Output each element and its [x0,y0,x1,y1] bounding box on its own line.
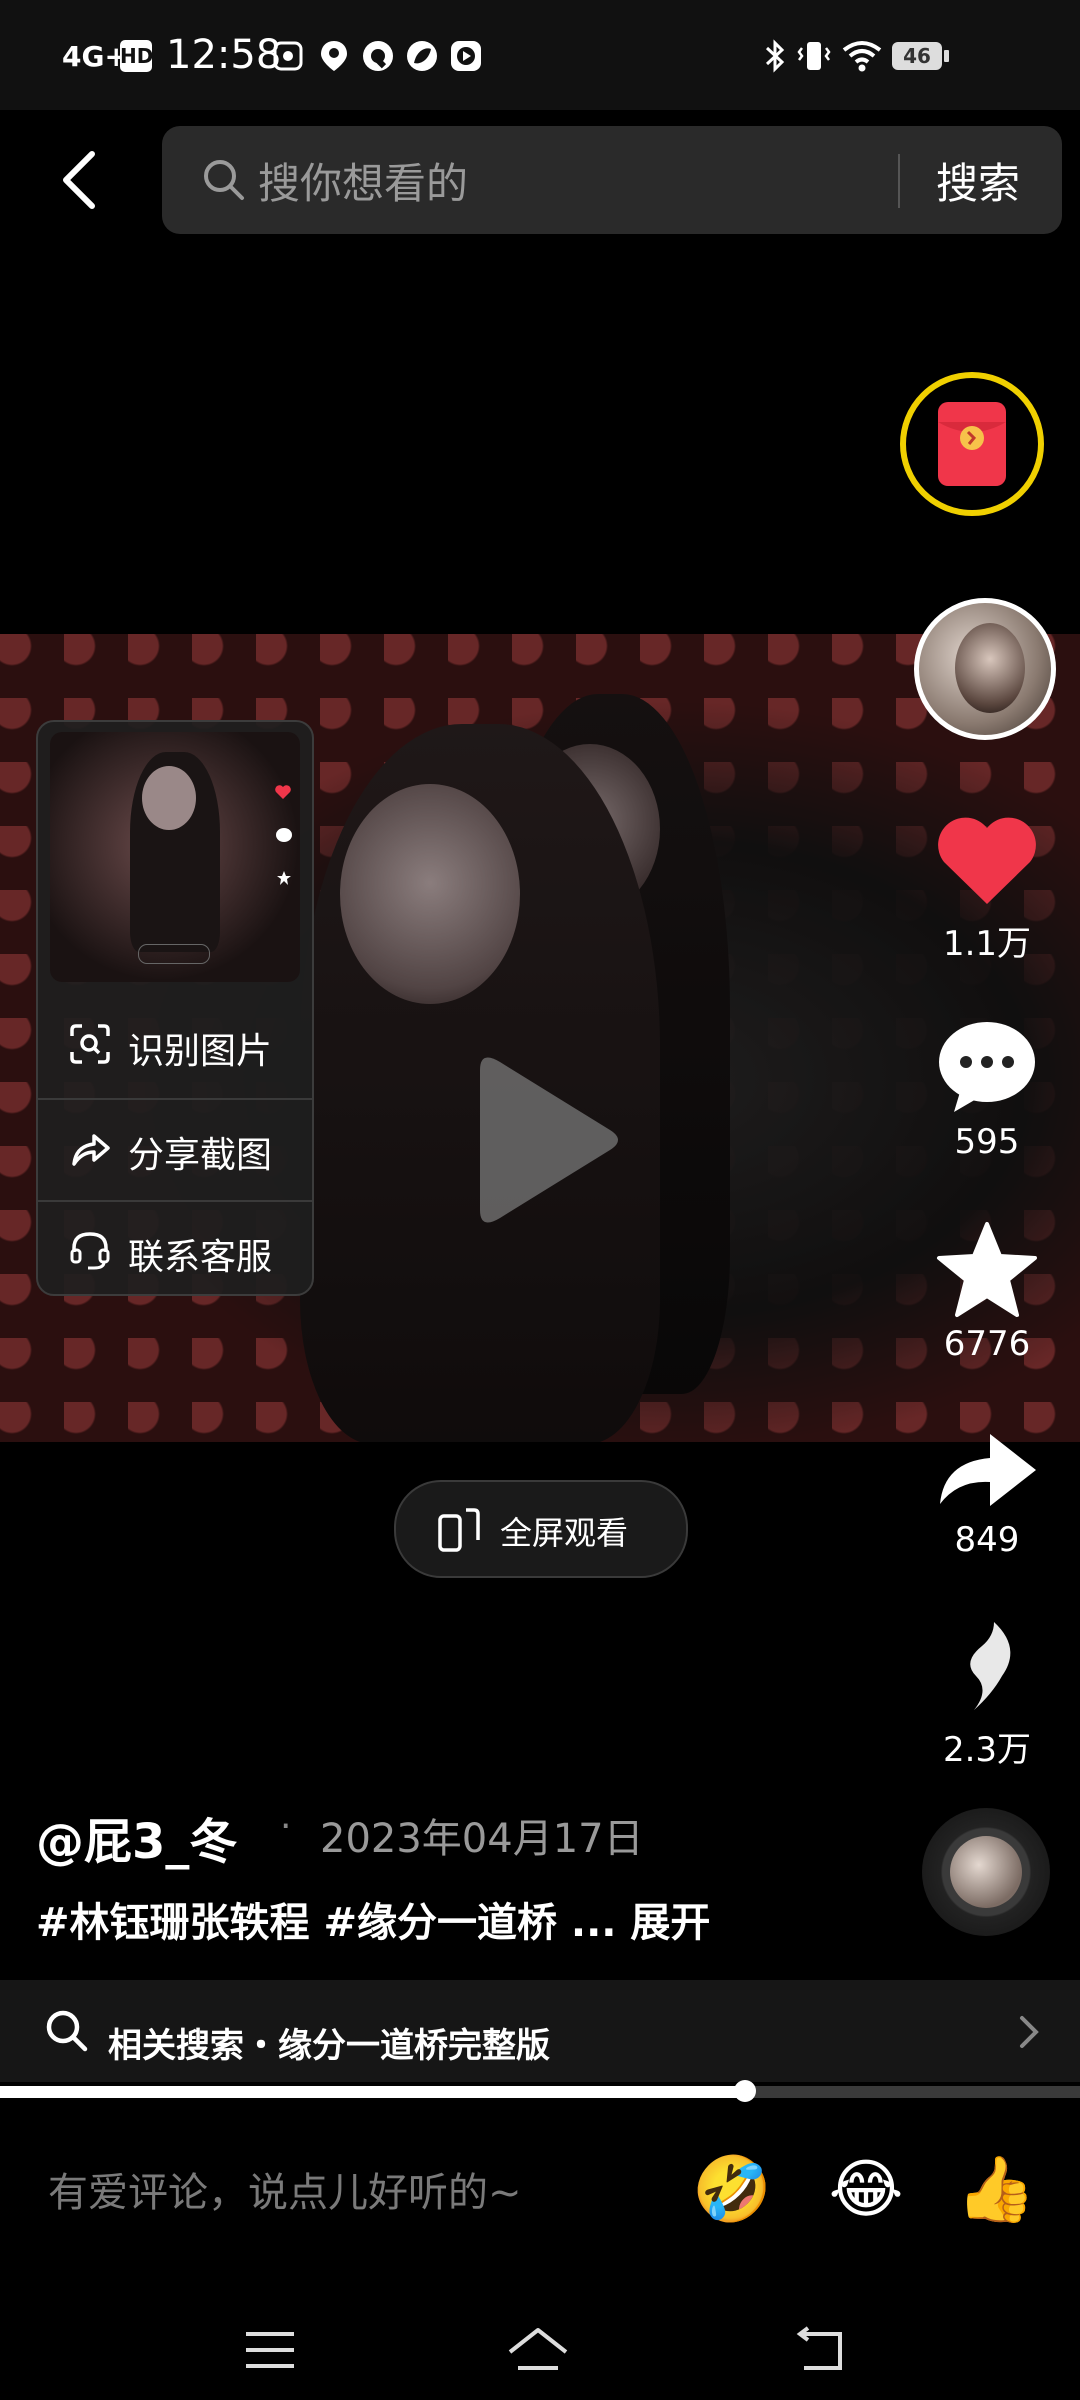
emoji-thumbs-up-button[interactable]: 👍 [956,2150,1036,2230]
thumbnail-comment-icon [276,828,292,842]
menu-item-contact-support[interactable]: 联系客服 [38,1200,312,1294]
hd-badge: HD [120,40,153,72]
emoji-rofl-button[interactable]: 🤣 [692,2150,772,2230]
heart-icon [938,817,1036,904]
recommend-button[interactable] [932,1618,1042,1718]
share-count: 849 [954,1520,1020,1560]
search-button[interactable]: 搜索 [936,150,1020,211]
music-cover [950,1836,1022,1908]
network-indicator: 4G+ [62,40,128,73]
red-envelope-icon [938,402,1006,486]
rotate-screen-icon [438,1508,480,1552]
scan-image-icon [70,1024,110,1064]
search-input[interactable]: 搜你想看的 [258,150,468,211]
battery-indicator: 46 [892,42,942,70]
progress-handle[interactable] [734,2080,757,2102]
vibrate-icon [796,38,832,74]
search-icon [204,160,244,200]
wifi-icon [842,38,882,74]
fullscreen-label: 全屏观看 [500,1514,629,1552]
like-count: 1.1万 [942,924,1032,964]
headset-icon [70,1232,110,1270]
progress-fill [0,2086,746,2098]
red-packet-button[interactable] [900,372,1044,516]
menu-item-label: 分享截图 [128,1135,273,1176]
nav-home-button[interactable] [506,2318,570,2382]
back-arrow-icon [796,2326,842,2370]
flame-icon [970,1622,1011,1710]
post-caption[interactable]: #林钰珊张轶程 #缘分一道桥 ... 展开 [36,1890,710,1948]
home-icon [508,2328,568,2370]
back-chevron-icon [63,151,95,209]
status-time: 12:58 [166,32,282,78]
like-button[interactable] [932,812,1042,912]
related-search-label: 相关搜索・缘分一道桥完整版 [108,2026,550,2066]
play-icon [480,1057,618,1223]
share-button[interactable] [932,1418,1042,1518]
post-date: 2023年04月17日 [320,1816,644,1862]
recommend-count: 2.3万 [942,1730,1032,1770]
play-button[interactable] [460,1040,630,1240]
comment-count: 595 [954,1122,1020,1162]
comment-input[interactable]: 有爱评论，说点儿好听的~ [48,2160,522,2218]
screenshot-thumbnail[interactable] [50,732,300,982]
favorite-button[interactable] [932,1220,1042,1320]
meta-separator: · [280,1806,292,1847]
menu-item-label: 联系客服 [128,1237,273,1278]
author-name[interactable]: @屁3_冬 [36,1802,237,1872]
nav-menu-button[interactable] [238,2318,302,2382]
comment-button[interactable] [932,1016,1042,1116]
nav-back-button[interactable] [790,2318,854,2382]
share-arrow-icon [72,1134,110,1166]
status-bar: 4G+ HD 12:58 46 [0,0,1080,110]
author-avatar[interactable] [914,598,1056,740]
favorite-count: 6776 [943,1324,1031,1364]
thumbnail-heart-icon [274,784,292,800]
menu-item-label: 识别图片 [128,1031,273,1072]
star-icon [937,1222,1037,1317]
battery-tip [944,50,949,62]
comment-bubble-icon [939,1022,1035,1112]
menu-item-recognize-image[interactable]: 识别图片 [38,994,312,1096]
back-button[interactable] [50,140,110,220]
menu-item-share-screenshot[interactable]: 分享截图 [38,1098,312,1200]
location-icon [316,38,352,74]
emoji-joy-button[interactable]: 😂 [826,2150,906,2230]
notification-icon [270,38,306,74]
chevron-right-icon [1020,2016,1039,2048]
share-arrow-icon [940,1434,1036,1506]
thumbnail-star-icon [276,870,292,886]
screenshot-popup-menu: 识别图片 分享截图 联系客服 [36,720,314,1296]
app-play-icon [448,38,484,74]
thumbnail-figure [142,766,196,830]
menu-lines-icon [246,2332,294,2368]
search-divider [898,154,900,208]
app-q-icon [360,38,396,74]
avatar-face [955,623,1025,713]
app-leaf-icon [404,38,440,74]
thumbnail-fullscreen-chip [138,944,210,964]
bluetooth-icon [760,38,790,74]
search-icon [46,2010,88,2052]
